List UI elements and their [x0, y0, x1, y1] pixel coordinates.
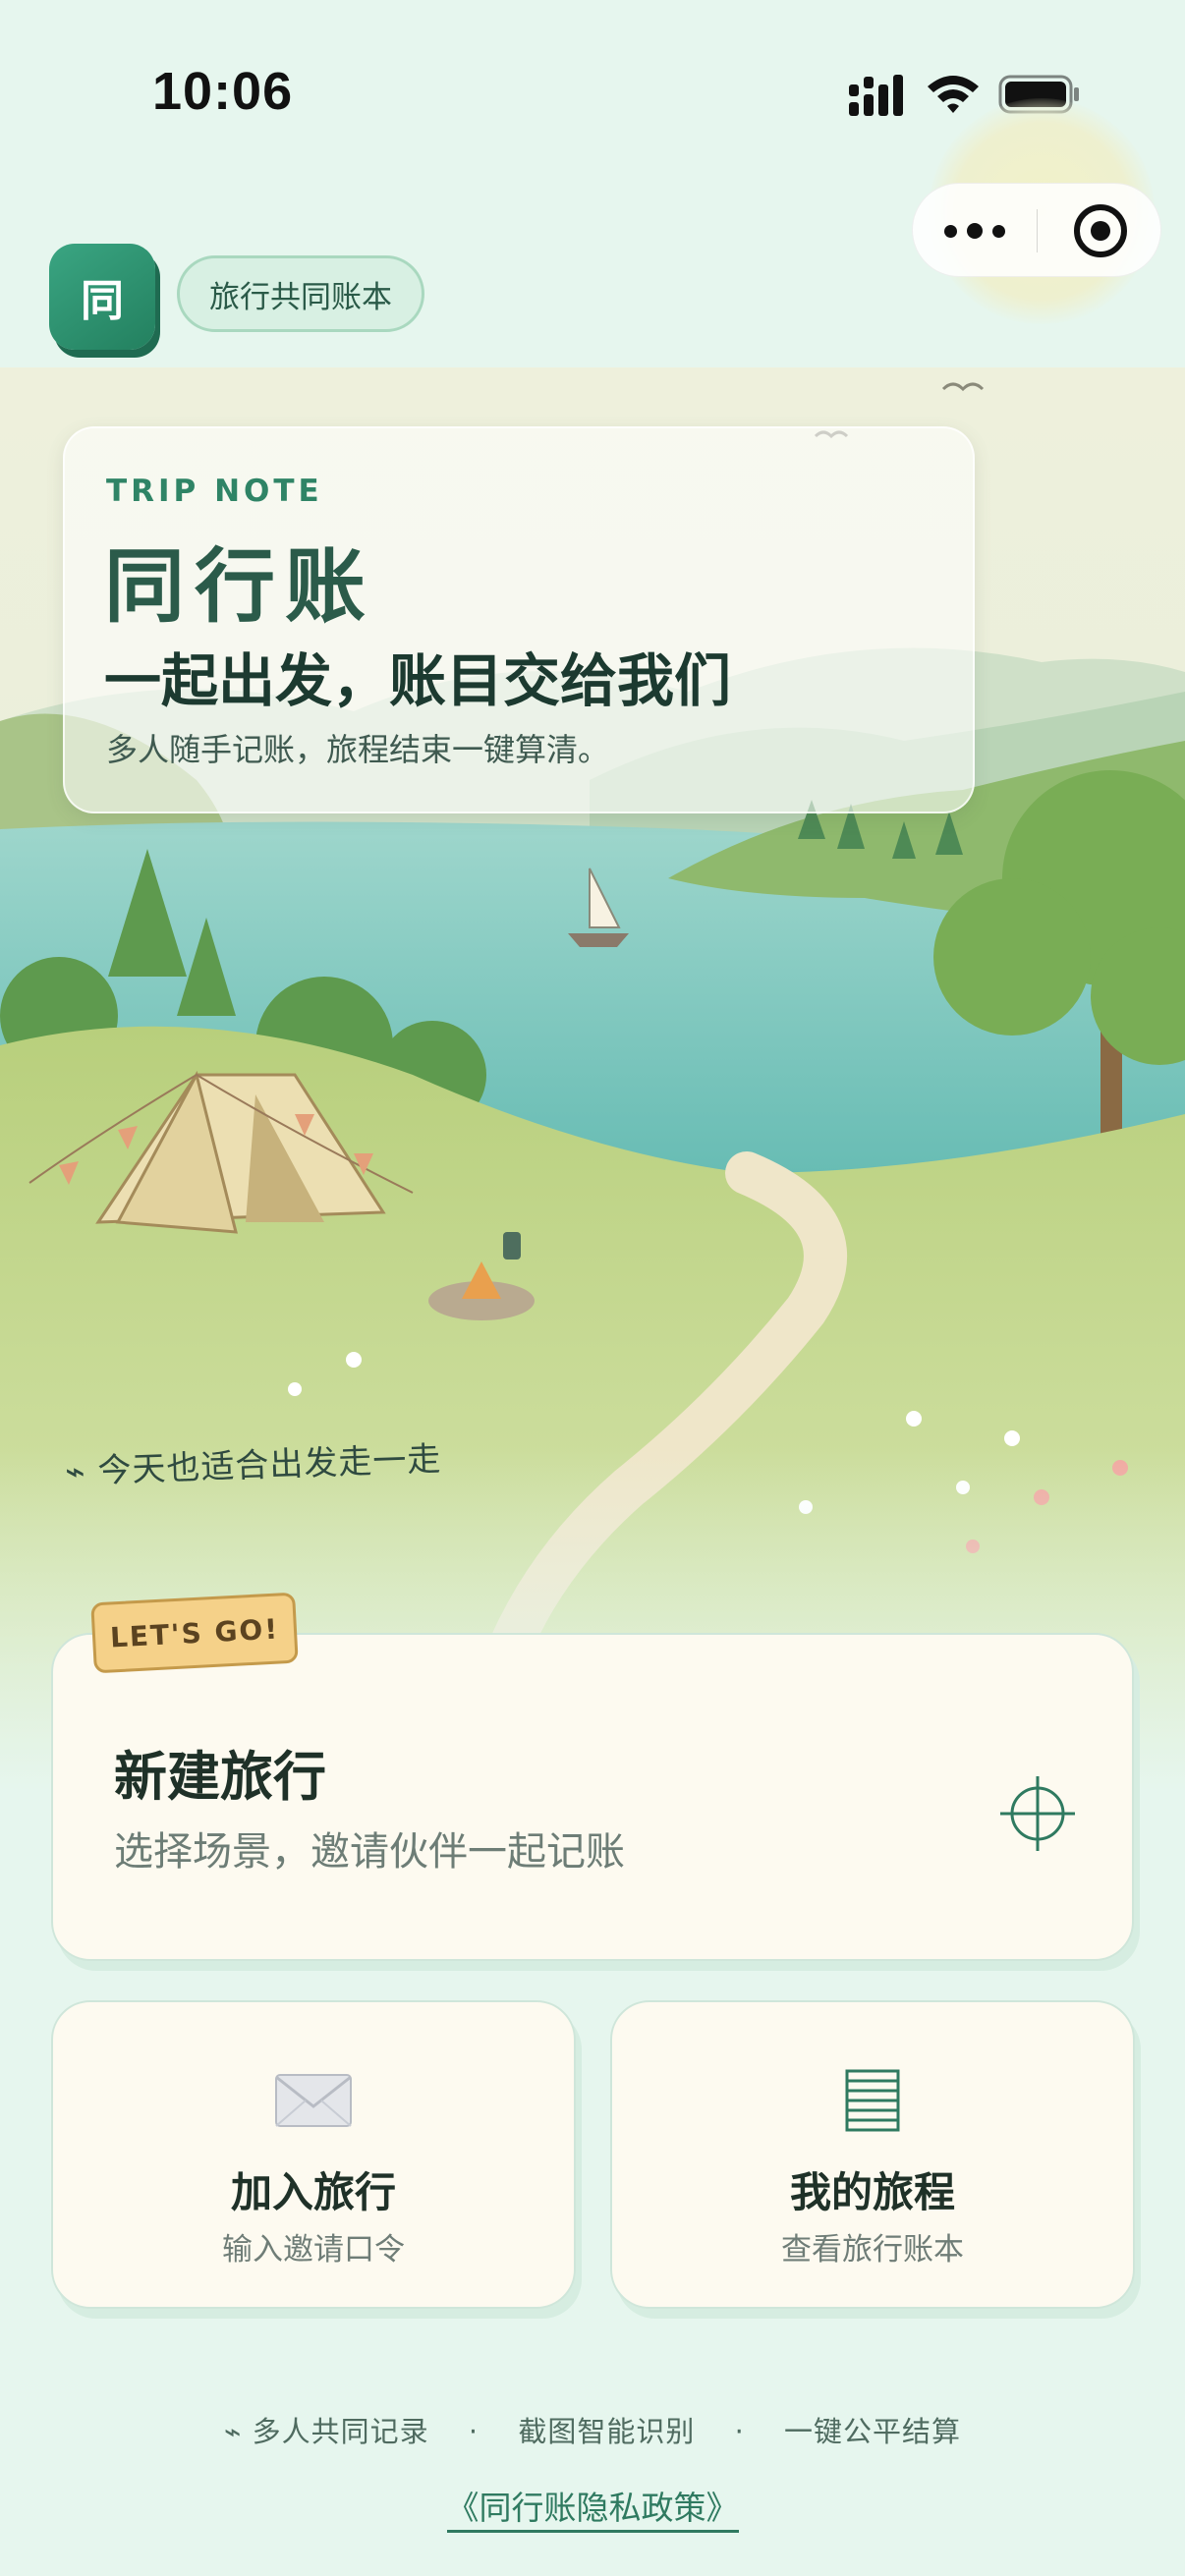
join-trip-card[interactable]: 加入旅行 输入邀请口令 — [51, 2000, 576, 2309]
new-trip-title: 新建旅行 — [114, 1746, 326, 1808]
feature-list: ⌁ 多人共同记录 · 截图智能识别 · 一键公平结算 — [0, 2409, 1185, 2450]
app-tag: 旅行共同账本 — [177, 255, 424, 332]
my-trips-title: 我的旅程 — [789, 2168, 955, 2216]
feature-separator: · — [468, 2415, 480, 2448]
feature-separator: · — [734, 2415, 745, 2448]
feature-item-fair-settlement: 一键公平结算 — [784, 2415, 962, 2448]
my-trips-card[interactable]: 我的旅程 查看旅行账本 — [610, 2000, 1135, 2309]
mini-program-capsule — [912, 183, 1161, 277]
envelope-icon — [275, 2074, 352, 2127]
cellular-signal-icon — [849, 75, 903, 116]
status-time: 10:06 — [152, 62, 294, 121]
lets-go-badge: LET'S GO! — [90, 1592, 299, 1674]
my-trips-subtitle: 查看旅行账本 — [781, 2232, 964, 2268]
feature-item-multi-record: ⌁ 多人共同记录 — [223, 2415, 429, 2448]
more-options-button[interactable] — [913, 184, 1037, 278]
privacy-policy-link-row: 《同行账隐私政策》 — [0, 2482, 1185, 2533]
wifi-icon — [928, 76, 979, 113]
app-logo: 同 — [49, 244, 155, 350]
new-trip-subtitle: 选择场景，邀请伙伴一起记账 — [114, 1829, 625, 1875]
join-trip-subtitle: 输入邀请口令 — [222, 2232, 405, 2268]
new-trip-card[interactable]: 新建旅行 选择场景，邀请伙伴一起记账 — [51, 1633, 1134, 1961]
hero-title: 同行账 — [104, 540, 376, 634]
hero-banner: TRIP NOTE 同行账 一起出发，账目交给我们 多人随手记账，旅程结束一键算… — [0, 367, 1185, 1792]
crosshair-icon — [1000, 1776, 1075, 1851]
hero-kicker: TRIP NOTE — [106, 474, 323, 509]
close-target-icon[interactable] — [1074, 204, 1127, 257]
capsule-divider — [1037, 209, 1038, 252]
join-trip-title: 加入旅行 — [230, 2168, 396, 2216]
hero-subtitle: 一起出发，账目交给我们 — [104, 647, 732, 714]
privacy-policy-link[interactable]: 《同行账隐私政策》 — [446, 2489, 739, 2533]
hero-intro-card: TRIP NOTE 同行账 一起出发，账目交给我们 多人随手记账，旅程结束一键算… — [63, 426, 975, 813]
ledger-icon — [845, 2069, 900, 2132]
feature-item-screenshot-recognition: 截图智能识别 — [518, 2415, 696, 2448]
hero-description: 多人随手记账，旅程结束一键算清。 — [106, 731, 610, 768]
